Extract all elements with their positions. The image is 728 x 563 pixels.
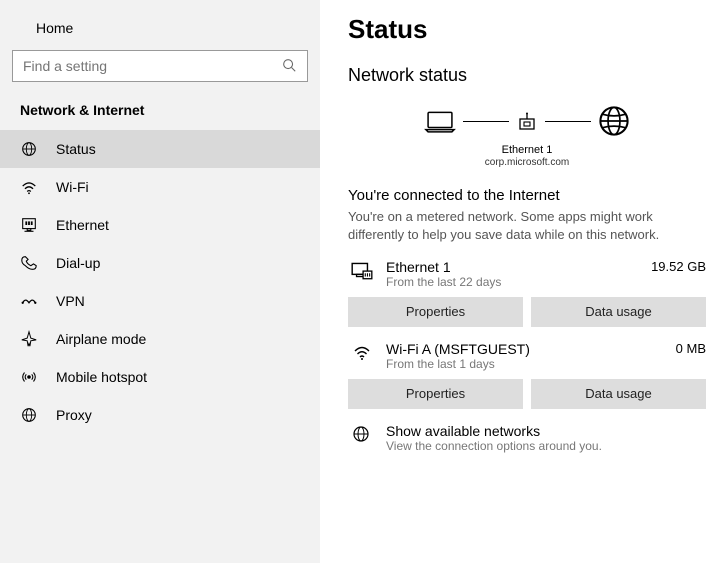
globe-icon [350,423,372,445]
search-icon [281,57,297,76]
adapter-name: Wi-Fi A (MSFTGUEST) [386,341,664,357]
hotspot-icon [20,368,38,386]
connection-diagram [348,104,706,138]
home-label: Home [36,20,73,36]
diagram-caption: Ethernet 1 corp.microsoft.com [348,144,706,169]
data-usage-button[interactable]: Data usage [531,297,706,327]
laptop-icon [423,108,457,134]
adapter-usage: 19.52 GB [651,259,706,274]
sidebar-item-label: Mobile hotspot [56,369,147,385]
adapter-sub: From the last 1 days [386,357,664,371]
ethernet-monitor-icon [350,259,374,281]
adapter-ethernet: Ethernet 1 From the last 22 days 19.52 G… [348,259,706,327]
available-networks-title: Show available networks [386,423,602,439]
main-content: Status Network status Ethernet 1 corp.mi… [320,0,728,563]
diagram-line [545,121,591,122]
adapter-wifi: Wi-Fi A (MSFTGUEST) From the last 1 days… [348,341,706,409]
diagram-adapter-name: Ethernet 1 [348,144,706,157]
sidebar-item-wifi[interactable]: Wi-Fi [0,168,320,206]
proxy-icon [20,406,38,424]
search-input[interactable] [23,58,281,74]
diagram-line [463,121,509,122]
dialup-icon [20,254,38,272]
sidebar-item-hotspot[interactable]: Mobile hotspot [0,358,320,396]
available-networks-desc: View the connection options around you. [386,439,602,453]
connection-status-heading: You're connected to the Internet [348,187,706,204]
properties-button[interactable]: Properties [348,379,523,409]
globe-icon [597,104,631,138]
router-icon [515,110,539,132]
sidebar-item-label: Airplane mode [56,331,146,347]
sidebar: Home Network & Internet Status Wi-Fi Eth… [0,0,320,563]
wifi-icon [20,178,38,196]
vpn-icon [20,292,38,310]
nav-home[interactable]: Home [0,12,320,44]
sidebar-item-airplane[interactable]: Airplane mode [0,320,320,358]
sidebar-item-label: Proxy [56,407,92,423]
adapter-sub: From the last 22 days [386,275,639,289]
sidebar-item-dialup[interactable]: Dial-up [0,244,320,282]
sidebar-item-label: Ethernet [56,217,109,233]
sidebar-item-proxy[interactable]: Proxy [0,396,320,434]
adapter-name: Ethernet 1 [386,259,639,275]
sidebar-item-ethernet[interactable]: Ethernet [0,206,320,244]
properties-button[interactable]: Properties [348,297,523,327]
sidebar-item-label: Dial-up [56,255,100,271]
search-container [0,44,320,96]
sidebar-item-vpn[interactable]: VPN [0,282,320,320]
data-usage-button[interactable]: Data usage [531,379,706,409]
section-header: Network & Internet [0,96,320,130]
sidebar-item-label: Wi-Fi [56,179,89,195]
connection-status-desc: You're on a metered network. Some apps m… [348,208,706,244]
status-icon [20,140,38,158]
adapter-usage: 0 MB [676,341,706,356]
sidebar-item-label: Status [56,141,96,157]
sidebar-item-status[interactable]: Status [0,130,320,168]
airplane-icon [20,330,38,348]
wifi-icon [350,341,374,363]
page-title: Status [348,14,706,45]
ethernet-icon [20,216,38,234]
show-available-networks[interactable]: Show available networks View the connect… [348,423,706,453]
sidebar-item-label: VPN [56,293,85,309]
search-input-wrap[interactable] [12,50,308,82]
network-status-heading: Network status [348,65,706,86]
diagram-domain: corp.microsoft.com [348,157,706,169]
